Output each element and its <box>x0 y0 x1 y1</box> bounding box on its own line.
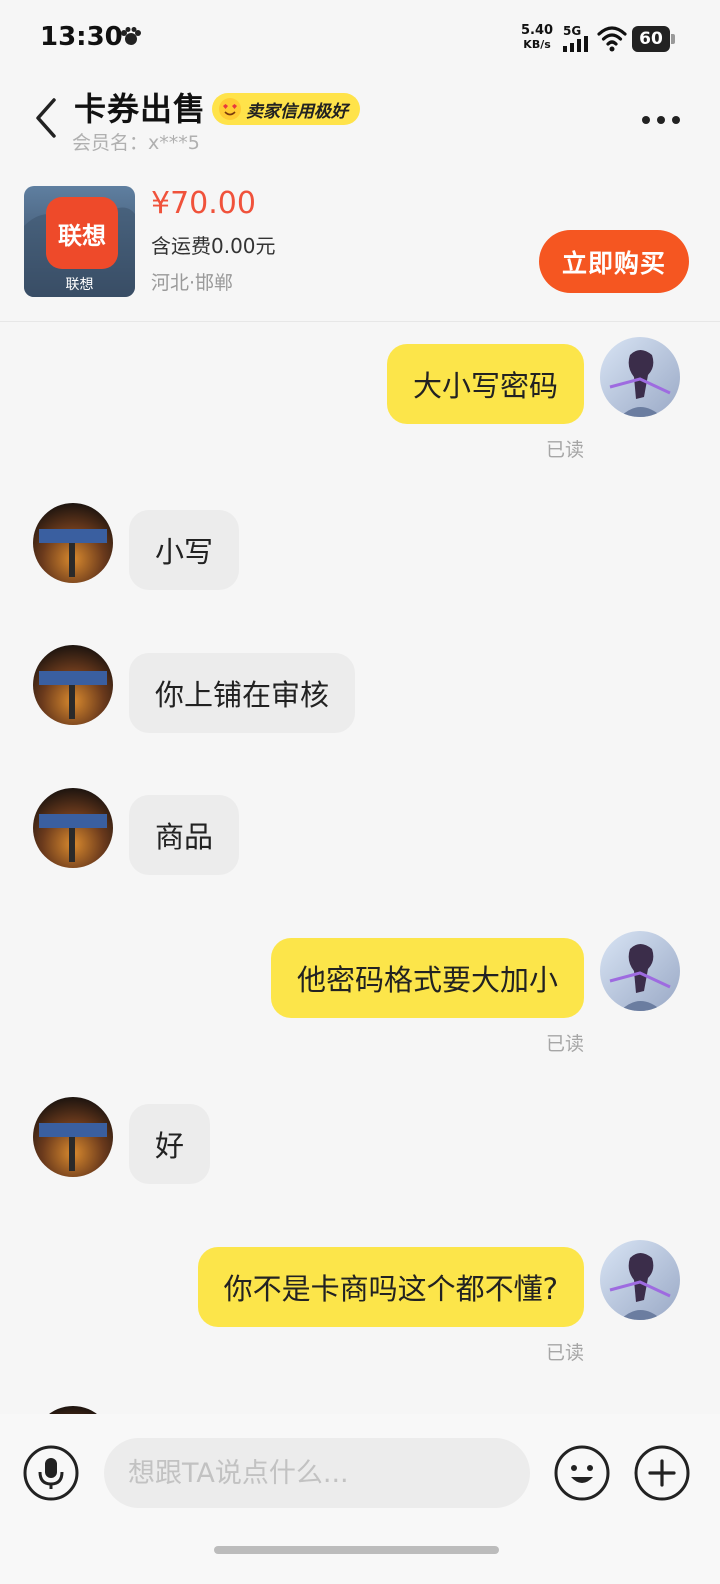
network-speed-unit: KB/s <box>523 38 551 51</box>
seller-avatar-image <box>33 645 113 725</box>
my-avatar[interactable] <box>600 931 680 1011</box>
seller-location: 河北·邯郸 <box>151 272 234 294</box>
more-options-button[interactable] <box>636 108 686 132</box>
network-speed: 5.40 KB/s <box>521 24 553 52</box>
buy-now-button[interactable]: 立即购买 <box>539 230 689 293</box>
seller-avatar-image <box>33 788 113 868</box>
seller-credit-badge: 卖家信用极好 <box>212 93 360 125</box>
my-avatar-image <box>600 931 680 1011</box>
back-button[interactable] <box>30 96 66 140</box>
header-divider <box>0 321 720 322</box>
page-title: 卡券出售 <box>74 90 207 128</box>
my-avatar-image <box>600 1240 680 1320</box>
read-receipt: 已读 <box>545 439 584 461</box>
seller-avatar-image <box>33 1097 113 1177</box>
seller-avatar[interactable] <box>33 503 113 583</box>
message-bubble-sent: 他密码格式要大加小 <box>270 938 584 1018</box>
member-name: 会员名：x***5 <box>72 132 200 154</box>
product-image[interactable]: 联想 联想 <box>24 186 135 297</box>
seller-avatar[interactable] <box>33 645 113 725</box>
shipping-info: 含运费0.00元 <box>151 234 276 258</box>
message-input[interactable] <box>104 1438 530 1508</box>
lenovo-logo: 联想 <box>46 197 118 269</box>
message-bubble-received: 商品 <box>129 795 240 875</box>
seller-avatar-image <box>33 503 113 583</box>
battery-tip <box>671 34 675 44</box>
seller-avatar[interactable] <box>33 788 113 868</box>
wifi-icon <box>597 26 627 52</box>
voice-input-button[interactable] <box>23 1445 79 1501</box>
heart-eyes-emoji-icon <box>219 98 241 120</box>
home-indicator[interactable] <box>214 1546 499 1554</box>
paw-icon <box>121 27 141 45</box>
read-receipt: 已读 <box>545 1033 584 1055</box>
emoji-button[interactable] <box>554 1445 610 1501</box>
product-logo-caption: 联想 <box>65 277 94 293</box>
battery-level: 60 <box>632 26 670 52</box>
my-avatar[interactable] <box>600 337 680 417</box>
message-bubble-received: 好 <box>129 1104 211 1184</box>
message-bubble-sent: 你不是卡商吗这个都不懂? <box>197 1247 584 1327</box>
seller-avatar[interactable] <box>33 1097 113 1177</box>
read-receipt: 已读 <box>545 1342 584 1364</box>
message-bubble-sent: 大小写密码 <box>386 344 584 424</box>
product-price: ¥70.00 <box>151 186 256 221</box>
signal-icon <box>563 36 588 52</box>
battery-indicator: 60 <box>632 26 676 52</box>
status-time: 13:30 <box>40 22 123 52</box>
message-bubble-received: 你上铺在审核 <box>129 653 356 733</box>
my-avatar-image <box>600 337 680 417</box>
network-speed-value: 5.40 <box>521 23 554 38</box>
more-actions-button[interactable] <box>634 1445 690 1501</box>
my-avatar[interactable] <box>600 1240 680 1320</box>
badge-label: 卖家信用极好 <box>246 101 348 122</box>
message-bubble-received: 小写 <box>129 510 240 590</box>
